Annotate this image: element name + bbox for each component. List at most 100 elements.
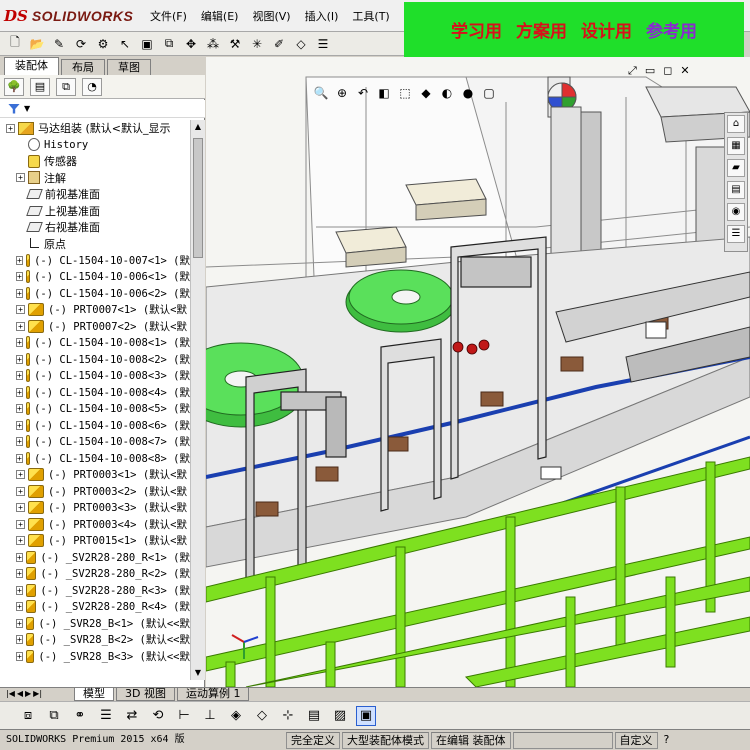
expand-icon[interactable]: + [16, 321, 25, 331]
tree-item[interactable]: + (-) _SV2R28-280_R<4> (默 [0, 599, 190, 616]
tree-item[interactable]: 上视基准面 [0, 203, 190, 220]
menu-edit[interactable]: 编辑(E) [201, 8, 239, 24]
tree-item[interactable]: 前视基准面 [0, 186, 190, 203]
next-tab-icon[interactable]: ▶ [25, 689, 31, 698]
tree-item[interactable]: + (-) PRT0015<1> (默认<默 [0, 533, 190, 550]
exploded-icon[interactable]: ✳ [248, 36, 266, 52]
filter-icon[interactable] [8, 103, 20, 114]
bom-icon[interactable]: ☰ [314, 36, 332, 52]
expand-icon[interactable]: + [16, 453, 23, 463]
options-icon[interactable]: ⚙ [94, 36, 112, 52]
tree-item[interactable]: + (-) CL-1504-10-007<1> (默 [0, 252, 190, 269]
expand-icon[interactable]: + [16, 602, 23, 612]
expand-icon[interactable]: + [16, 569, 23, 579]
pattern-icon[interactable]: ⁂ [204, 36, 222, 52]
tree-item[interactable]: + (-) CL-1504-10-008<3> (默 [0, 368, 190, 385]
edit-component-icon[interactable]: ⧈ [18, 706, 38, 726]
design-library-icon[interactable]: ▦ [727, 137, 745, 155]
maximize-icon[interactable]: ◻ [663, 64, 672, 78]
component-icon[interactable]: ▣ [138, 36, 156, 52]
menu-tools[interactable]: 工具(T) [352, 8, 389, 24]
tree-item[interactable]: + (-) CL-1504-10-006<1> (默 [0, 269, 190, 286]
expand-icon[interactable]: + [16, 651, 23, 661]
tree-item[interactable]: + 马达组装 (默认<默认_显示 [0, 120, 190, 137]
tree-item[interactable]: + (-) PRT0007<2> (默认<默 [0, 318, 190, 335]
expand-icon[interactable]: + [16, 272, 23, 282]
tree-item[interactable]: + (-) CL-1504-10-008<4> (默 [0, 384, 190, 401]
expand-icon[interactable]: + [16, 635, 23, 645]
reference-geometry-icon[interactable]: ⊥ [200, 706, 220, 726]
feature-tree-icon[interactable]: 🌳 [4, 77, 24, 96]
expand-icon[interactable]: + [16, 338, 23, 348]
expand-icon[interactable]: + [16, 519, 25, 529]
move-component-icon[interactable]: ⇄ [122, 706, 142, 726]
smart-fastener-icon[interactable]: ⚒ [226, 36, 244, 52]
tree-item[interactable]: + (-) _SVR28_B<3> (默认<<默 [0, 648, 190, 665]
move-icon[interactable]: ✥ [182, 36, 200, 52]
tree-item[interactable]: + (-) CL-1504-10-008<5> (默 [0, 401, 190, 418]
expand-icon[interactable]: + [16, 371, 23, 381]
expand-icon[interactable]: + [16, 173, 25, 183]
section-view-icon[interactable]: ◧ [375, 84, 393, 102]
app-logo[interactable]: DS SOLIDWORKS [4, 4, 133, 28]
tree-item[interactable]: + (-) CL-1504-10-008<6> (默 [0, 417, 190, 434]
linear-pattern-icon[interactable]: ☰ [96, 706, 116, 726]
insert-component-icon[interactable]: ⧉ [44, 706, 64, 726]
display-pane-icon[interactable]: ◈ [226, 706, 246, 726]
tree-item[interactable]: + (-) CL-1504-10-008<8> (默 [0, 450, 190, 467]
pen-icon[interactable]: ✎ [50, 36, 68, 52]
new-doc-icon[interactable]: 🗋 [6, 35, 24, 52]
close-icon[interactable]: ✕ [680, 64, 689, 78]
expand-icon[interactable]: + [16, 354, 23, 364]
file-explorer-icon[interactable]: ▰ [727, 159, 745, 177]
expand-icon[interactable]: + [16, 420, 23, 430]
menu-insert[interactable]: 插入(I) [305, 8, 339, 24]
tree-item[interactable]: + (-) PRT0003<1> (默认<默 [0, 467, 190, 484]
tree-item[interactable]: 传感器 [0, 153, 190, 170]
hide-show-icon[interactable]: ◐ [438, 84, 456, 102]
expand-icon[interactable]: + [16, 404, 23, 414]
rebuild-icon[interactable]: ⟳ [72, 36, 90, 52]
tab-assembly[interactable]: 装配体 [4, 57, 59, 75]
color-tool-icon[interactable]: ▨ [330, 706, 350, 726]
tree-scrollbar[interactable]: ▲ ▼ [190, 120, 205, 680]
expand-icon[interactable]: + [16, 503, 25, 513]
tree-item[interactable]: + 注解 [0, 170, 190, 187]
expand-icon[interactable]: + [16, 305, 25, 315]
expand-icon[interactable]: + [16, 387, 23, 397]
status-custom-units[interactable]: 自定义 [614, 731, 658, 749]
filter-dropdown-icon[interactable]: ▼ [24, 104, 30, 113]
tree-item[interactable]: + (-) CL-1504-10-008<1> (默 [0, 335, 190, 352]
display-style-icon[interactable]: ◆ [417, 84, 435, 102]
tree-item[interactable]: + (-) _SV2R28-280_R<2> (默 [0, 566, 190, 583]
appearances-icon[interactable]: ◉ [727, 203, 745, 221]
bom-tool-icon[interactable]: ⊢ [174, 706, 194, 726]
tree-item[interactable]: + (-) _SV2R28-280_R<3> (默 [0, 582, 190, 599]
configuration-manager-icon[interactable]: ⧉ [56, 77, 76, 96]
graphics-area[interactable] [206, 57, 750, 687]
status-help-icon[interactable]: ? [660, 732, 674, 749]
expand-icon[interactable]: + [6, 123, 15, 133]
tab-model[interactable]: 模型 [74, 688, 114, 701]
tab-sketch[interactable]: 草图 [107, 59, 151, 75]
large-assembly-mode-icon[interactable]: ▣ [356, 705, 376, 726]
view-palette-icon[interactable]: ▤ [727, 181, 745, 199]
expand-icon[interactable]: + [16, 470, 25, 480]
expand-icon[interactable]: + [16, 618, 23, 628]
tree-item[interactable]: + (-) _SV2R28-280_R<1> (默 [0, 549, 190, 566]
tree-filter[interactable]: ▼ [0, 100, 205, 118]
tree-item[interactable]: + (-) CL-1504-10-008<7> (默 [0, 434, 190, 451]
last-tab-icon[interactable]: ▶| [33, 689, 42, 698]
zoom-area-icon[interactable]: ⊕ [333, 84, 351, 102]
expand-icon[interactable]: + [16, 585, 23, 595]
tree-item[interactable]: 右视基准面 [0, 219, 190, 236]
scroll-down-icon[interactable]: ▼ [191, 666, 205, 680]
expand-icon[interactable]: + [16, 536, 25, 546]
mate-tool-icon[interactable]: ⚭ [70, 706, 90, 726]
expand-icon[interactable]: + [16, 437, 23, 447]
resources-icon[interactable]: ⌂ [727, 115, 745, 133]
triad-tool-icon[interactable]: ⊹ [278, 706, 298, 726]
scroll-up-icon[interactable]: ▲ [191, 120, 205, 134]
first-tab-icon[interactable]: |◀ [6, 689, 15, 698]
restore-view-icon[interactable]: ⤢ [628, 64, 637, 78]
